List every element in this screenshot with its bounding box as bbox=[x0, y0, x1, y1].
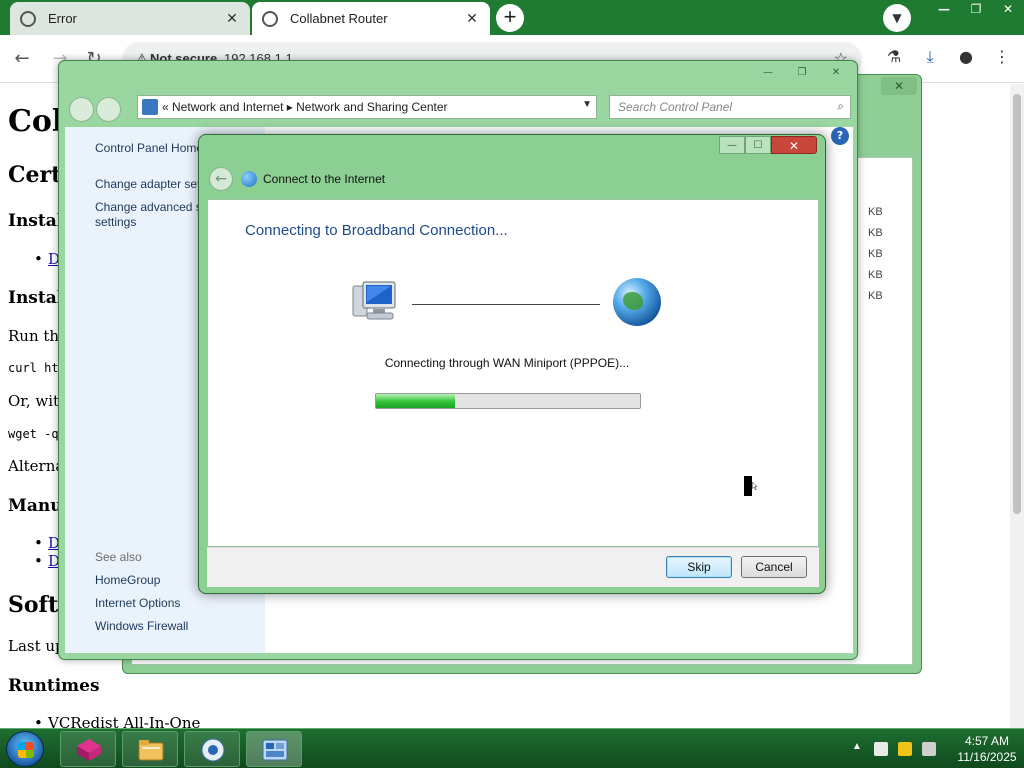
explorer-address-bar[interactable]: « Network and Internet ▸ Network and Sha… bbox=[137, 95, 597, 119]
sidebar-item-windows-firewall[interactable]: Windows Firewall bbox=[95, 619, 265, 633]
taskbar-file-explorer[interactable] bbox=[122, 731, 178, 767]
folder-icon bbox=[138, 740, 164, 761]
browser-icon bbox=[201, 738, 225, 762]
tab-search-chevron-icon[interactable]: ▼ bbox=[883, 4, 911, 32]
page-title: Col bbox=[8, 104, 64, 139]
taskbar-browser[interactable] bbox=[184, 731, 240, 767]
see-also-label: See also bbox=[95, 550, 142, 564]
browser-window-controls: — ❐ ✕ bbox=[928, 0, 1024, 20]
maximize-icon[interactable]: ☐ bbox=[745, 136, 771, 154]
breadcrumb: « Network and Internet ▸ Network and Sha… bbox=[162, 100, 448, 114]
search-input[interactable]: Search Control Panel ⌕ bbox=[609, 95, 851, 119]
clock-date[interactable]: 11/16/2025 bbox=[952, 750, 1022, 764]
file-size: KB bbox=[868, 290, 883, 302]
list-item: VCRedist All-In-One bbox=[34, 714, 200, 728]
control-panel-icon bbox=[142, 99, 158, 115]
code-line: curl ht bbox=[8, 361, 59, 375]
section-heading: Manu bbox=[8, 496, 63, 516]
dialog-window-controls: — ☐ ✕ bbox=[719, 136, 817, 154]
action-center-icon[interactable] bbox=[874, 742, 888, 756]
maximize-icon[interactable]: ❐ bbox=[787, 65, 817, 81]
breadcrumb-network-sharing-center[interactable]: Network and Sharing Center bbox=[296, 100, 447, 114]
window-controls: — ❐ ✕ bbox=[753, 65, 851, 81]
globe-icon bbox=[20, 10, 36, 27]
forward-button[interactable] bbox=[96, 97, 121, 122]
network-icon[interactable] bbox=[898, 742, 912, 756]
globe-icon bbox=[262, 10, 278, 27]
taskbar-control-panel[interactable] bbox=[246, 731, 302, 767]
back-arrow-icon[interactable]: ← bbox=[10, 47, 34, 71]
system-tray: ▲ 4:57 AM 11/16/2025 bbox=[834, 729, 1024, 768]
tab-collabnet-router[interactable]: Collabnet Router ✕ bbox=[252, 2, 490, 35]
taskbar-app-1[interactable] bbox=[60, 731, 116, 767]
connection-progress-bar bbox=[375, 393, 641, 409]
close-icon[interactable]: ✕ bbox=[821, 65, 851, 81]
volume-muted-icon[interactable] bbox=[922, 742, 936, 756]
close-icon[interactable]: ✕ bbox=[881, 77, 917, 95]
app-cube-icon bbox=[77, 739, 101, 761]
skip-button[interactable]: Skip bbox=[666, 556, 732, 578]
tab-title: Error bbox=[48, 11, 77, 26]
sidebar-item-internet-options[interactable]: Internet Options bbox=[95, 596, 265, 610]
back-arrow-icon[interactable]: ← bbox=[209, 167, 233, 191]
breadcrumb-network-and-internet[interactable]: Network and Internet bbox=[172, 100, 283, 114]
scrollbar-thumb[interactable] bbox=[1013, 94, 1021, 514]
flask-icon[interactable]: ⚗ bbox=[882, 45, 906, 69]
connection-line bbox=[412, 304, 600, 305]
control-panel-icon bbox=[262, 739, 288, 761]
file-size: KB bbox=[868, 248, 883, 260]
nav-buttons bbox=[69, 97, 121, 122]
dialog-title: Connect to the Internet bbox=[263, 172, 386, 186]
dialog-body: Connecting to Broadband Connection... Co… bbox=[207, 199, 819, 547]
profile-avatar-icon[interactable]: ● bbox=[954, 45, 978, 69]
minimize-icon[interactable]: — bbox=[753, 65, 783, 81]
chevron-down-icon[interactable]: ▼ bbox=[582, 99, 592, 110]
file-size: KB bbox=[868, 269, 883, 281]
connection-status: Connecting through WAN Miniport (PPPOE).… bbox=[384, 356, 630, 370]
search-icon[interactable]: ⌕ bbox=[837, 99, 844, 114]
browser-tab-strip: Error ✕ Collabnet Router ✕ + ▼ — ❐ ✕ bbox=[0, 0, 1024, 35]
taskbar: ▲ 4:57 AM 11/16/2025 bbox=[0, 728, 1024, 768]
show-hidden-icons-icon[interactable]: ▲ bbox=[852, 741, 862, 752]
close-tab-icon[interactable]: ✕ bbox=[224, 10, 240, 27]
dialog-footer: Skip Cancel bbox=[207, 547, 819, 587]
close-icon[interactable]: ✕ bbox=[771, 136, 817, 154]
globe-icon bbox=[613, 278, 661, 326]
help-icon[interactable]: ? bbox=[831, 127, 849, 145]
new-tab-button[interactable]: + bbox=[496, 4, 524, 32]
tab-error[interactable]: Error ✕ bbox=[10, 2, 250, 35]
code-line: wget -q bbox=[8, 427, 59, 441]
clock-time[interactable]: 4:57 AM bbox=[952, 734, 1022, 748]
start-button[interactable] bbox=[6, 731, 44, 767]
mouse-cursor-icon bbox=[744, 476, 758, 496]
progress-fill bbox=[376, 394, 456, 408]
minimize-icon[interactable]: — bbox=[928, 0, 960, 18]
connect-internet-icon bbox=[241, 171, 257, 187]
dialog-heading: Connecting to Broadband Connection... bbox=[245, 222, 508, 239]
minimize-icon[interactable]: — bbox=[719, 136, 745, 154]
kebab-menu-icon[interactable]: ⋮ bbox=[990, 45, 1014, 69]
cancel-button[interactable]: Cancel bbox=[741, 556, 807, 578]
back-button[interactable] bbox=[69, 97, 94, 122]
download-icon[interactable]: ⤓ bbox=[918, 45, 942, 69]
search-placeholder: Search Control Panel bbox=[618, 100, 733, 114]
file-size: KB bbox=[868, 206, 883, 218]
connect-dialog[interactable]: — ☐ ✕ ← Connect to the Internet Connecti… bbox=[198, 134, 826, 594]
computer-icon bbox=[352, 281, 396, 320]
tab-title: Collabnet Router bbox=[290, 11, 388, 26]
close-window-icon[interactable]: ✕ bbox=[992, 0, 1024, 18]
page-scrollbar[interactable] bbox=[1010, 84, 1024, 728]
close-tab-icon[interactable]: ✕ bbox=[464, 10, 480, 27]
section-heading: Runtimes bbox=[8, 676, 100, 696]
file-size: KB bbox=[868, 227, 883, 239]
restore-icon[interactable]: ❐ bbox=[960, 0, 992, 18]
